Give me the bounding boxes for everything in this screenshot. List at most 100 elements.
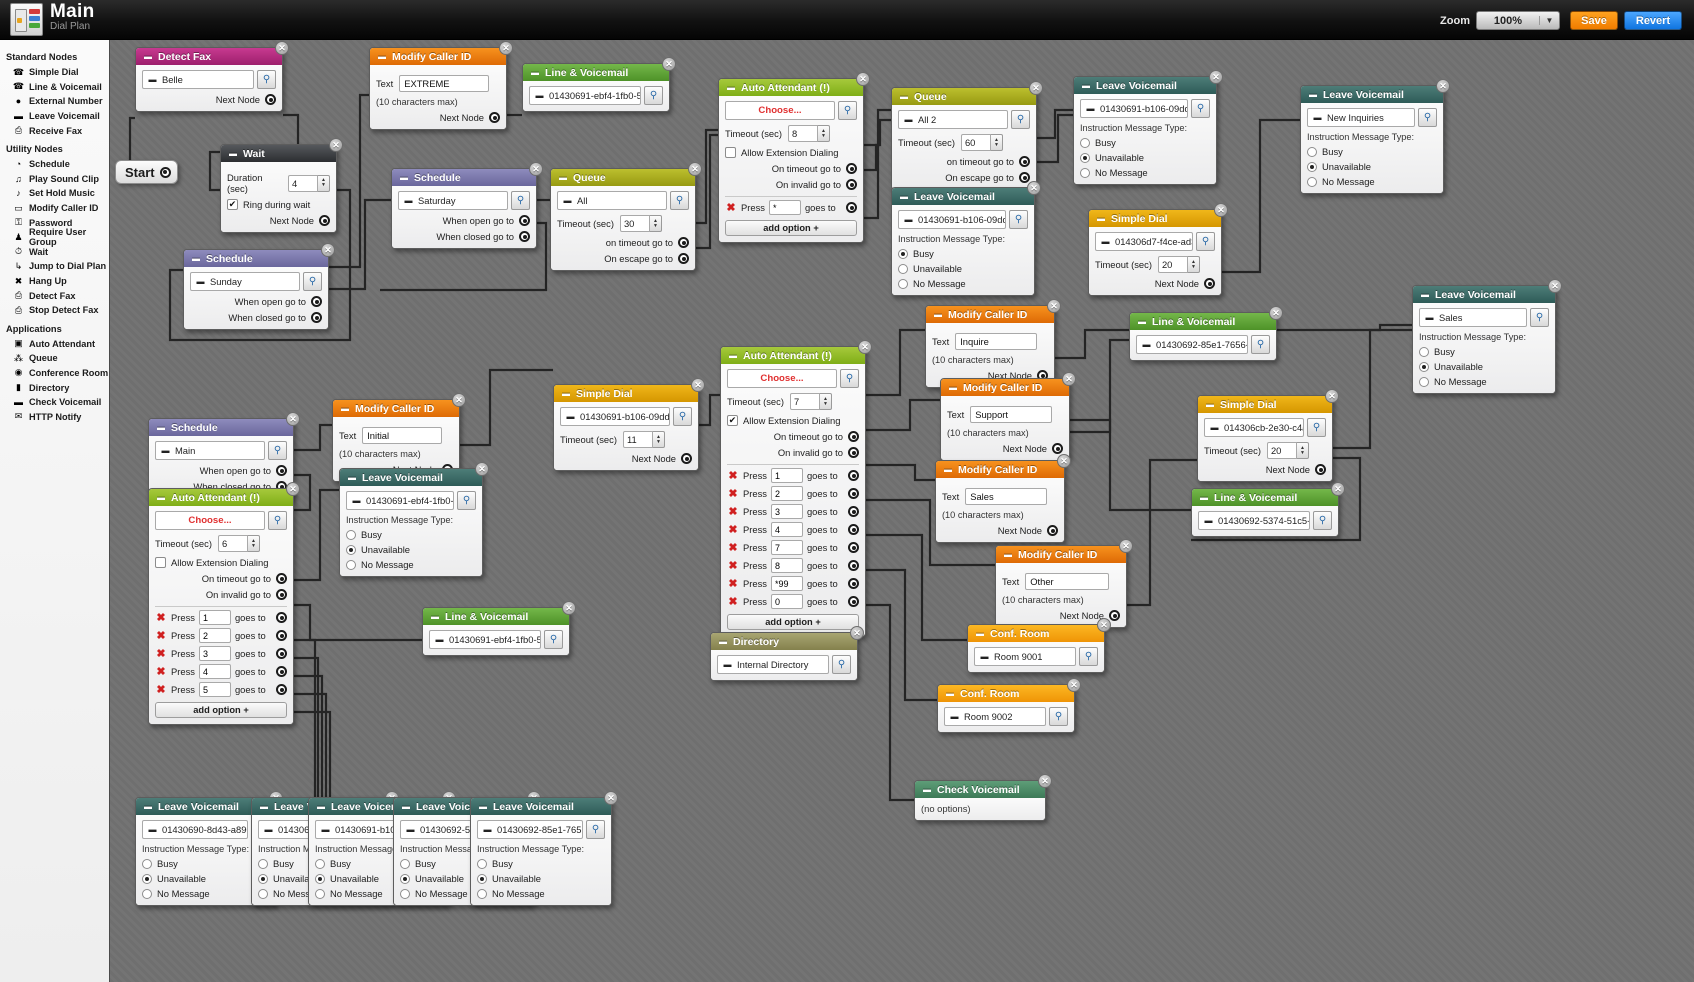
spinner-down-icon[interactable]: ▼	[653, 224, 658, 229]
close-icon[interactable]: ✕	[1029, 81, 1043, 95]
duration-stepper[interactable]: 4▲▼	[288, 175, 330, 192]
close-icon[interactable]: ✕	[1057, 454, 1071, 468]
value-field[interactable]: ▬Saturday	[398, 191, 508, 210]
port-when-open[interactable]	[519, 215, 530, 226]
option-row[interactable]: ✖Press4goes to	[727, 522, 859, 537]
close-icon[interactable]: ✕	[529, 162, 543, 176]
delete-option-icon[interactable]: ✖	[727, 506, 739, 518]
node-header[interactable]: ▬Simple Dial	[1198, 396, 1332, 413]
option-key-input[interactable]: *99	[771, 576, 803, 591]
value-field[interactable]: Choose...	[727, 369, 837, 388]
port-on-timeout[interactable]	[276, 573, 287, 584]
close-icon[interactable]: ✕	[1027, 181, 1041, 195]
timeout-stepper[interactable]: 30▲▼	[620, 215, 662, 232]
search-icon[interactable]: ⚲	[1251, 335, 1270, 354]
value-field[interactable]: ▬01430691-ebf4-1fb0-5961-	[529, 86, 641, 105]
close-icon[interactable]: ✕	[1038, 774, 1052, 788]
checkbox-allow-extension-dialing[interactable]: Allow Extension Dialing	[155, 557, 287, 568]
search-icon[interactable]: ⚲	[1049, 707, 1068, 726]
delete-option-icon[interactable]: ✖	[155, 684, 167, 696]
search-icon[interactable]: ⚲	[1307, 418, 1326, 437]
spinner-down-icon[interactable]: ▼	[321, 183, 326, 188]
delete-option-icon[interactable]: ✖	[155, 612, 167, 624]
radio-no-message[interactable]: No Message	[346, 559, 476, 570]
node-header[interactable]: ▬Modify Caller ID	[996, 546, 1126, 563]
port-next-node[interactable]	[1315, 464, 1326, 475]
node-lvm_b106_2[interactable]: ▬Leave Voicemail✕▬01430691-b106-09dd-596…	[891, 187, 1035, 296]
value-field[interactable]: ▬014306d7-f4ce-ad31-5961	[1095, 232, 1193, 251]
search-icon[interactable]: ⚲	[673, 407, 692, 426]
timeout-stepper[interactable]: 20▲▼	[1158, 256, 1200, 273]
port-on-timeout[interactable]	[846, 163, 857, 174]
caller-id-text-input[interactable]: EXTREME	[399, 75, 489, 92]
option-key-input[interactable]: 1	[771, 468, 803, 483]
port-next-node[interactable]	[1204, 278, 1215, 289]
node-header[interactable]: ▬Modify Caller ID	[333, 400, 459, 417]
sidebar-item-simple-dial[interactable]: ☎Simple Dial	[6, 65, 109, 80]
sidebar-item-detect-fax[interactable]: ⎙Detect Fax	[6, 288, 109, 303]
sidebar-item-modify-caller-id[interactable]: ▭Modify Caller ID	[6, 201, 109, 216]
port-option-8[interactable]	[848, 560, 859, 571]
node-header[interactable]: ▬Line & Voicemail	[523, 64, 669, 81]
sidebar-item-http-notify[interactable]: ✉HTTP Notify	[6, 409, 109, 424]
node-header[interactable]: ▬Auto Attendant (!)	[719, 79, 863, 96]
search-icon[interactable]: ⚲	[1530, 308, 1549, 327]
node-schedule_sun[interactable]: ▬Schedule✕▬Sunday⚲When open go toWhen cl…	[183, 249, 329, 330]
node-conf_9002[interactable]: ▬Conf. Room✕▬Room 9002⚲	[937, 684, 1075, 733]
value-field[interactable]: ▬01430690-8d43-a890-5961	[142, 820, 248, 839]
port-option-*99[interactable]	[848, 578, 859, 589]
delete-option-icon[interactable]: ✖	[725, 202, 737, 214]
search-icon[interactable]: ⚲	[268, 511, 287, 530]
option-row[interactable]: ✖Press1goes to	[155, 610, 287, 625]
checkbox-ring-during-wait[interactable]: ✔Ring during wait	[227, 199, 330, 210]
timeout-stepper[interactable]: 8▲▼	[788, 125, 830, 142]
node-header[interactable]: ▬Leave Voicemail	[340, 469, 482, 486]
spinner-arrows[interactable]: ▲▼	[248, 535, 260, 552]
search-icon[interactable]: ⚲	[1313, 511, 1332, 530]
spinner-arrows[interactable]: ▲▼	[818, 125, 830, 142]
node-header[interactable]: ▬Modify Caller ID	[370, 48, 506, 65]
checkbox-icon[interactable]: ✔	[227, 199, 238, 210]
search-icon[interactable]: ⚲	[268, 441, 287, 460]
node-header[interactable]: ▬Simple Dial	[1089, 210, 1221, 227]
node-mod_caller_sales[interactable]: ▬Modify Caller ID✕TextSales(10 character…	[935, 460, 1065, 543]
delete-option-icon[interactable]: ✖	[155, 666, 167, 678]
spinner-down-icon[interactable]: ▼	[994, 143, 999, 148]
timeout-stepper[interactable]: 6▲▼	[218, 535, 260, 552]
option-row[interactable]: ✖Press0goes to	[727, 594, 859, 609]
radio-unavailable[interactable]: Unavailable	[1307, 161, 1437, 172]
node-header[interactable]: ▬Schedule	[392, 169, 536, 186]
timeout-stepper[interactable]: 11▲▼	[623, 431, 665, 448]
sidebar-item-check-voicemail[interactable]: ▬Check Voicemail	[6, 395, 109, 410]
node-aa_left[interactable]: ▬Auto Attendant (!)✕Choose...⚲Timeout (s…	[148, 488, 294, 725]
node-schedule_main[interactable]: ▬Schedule✕▬Main⚲When open go toWhen clos…	[148, 418, 294, 499]
spinner-value[interactable]: 20	[1158, 256, 1188, 273]
value-field[interactable]: ▬All	[557, 191, 667, 210]
spinner-down-icon[interactable]: ▼	[1191, 265, 1196, 270]
node-directory[interactable]: ▬Directory✕▬Internal Directory⚲	[710, 632, 858, 681]
option-row[interactable]: ✖Press*goes to	[725, 200, 857, 215]
search-icon[interactable]: ⚲	[1196, 232, 1215, 251]
port-next-node[interactable]	[1109, 610, 1120, 621]
port-option-3[interactable]	[848, 506, 859, 517]
sidebar-item-receive-fax[interactable]: ⎙Receive Fax	[6, 123, 109, 138]
option-key-input[interactable]: 4	[771, 522, 803, 537]
search-icon[interactable]: ⚲	[838, 101, 857, 120]
spinner-down-icon[interactable]: ▼	[251, 544, 256, 549]
value-field[interactable]: ▬Sunday	[190, 272, 300, 291]
value-field[interactable]: ▬All 2	[898, 110, 1008, 129]
value-field[interactable]: ▬Main	[155, 441, 265, 460]
close-icon[interactable]: ✕	[1214, 203, 1228, 217]
search-icon[interactable]: ⚲	[644, 86, 663, 105]
node-schedule_sat[interactable]: ▬Schedule✕▬Saturday⚲When open go toWhen …	[391, 168, 537, 249]
close-icon[interactable]: ✕	[286, 412, 300, 426]
port-on-invalid[interactable]	[846, 179, 857, 190]
value-field[interactable]: ▬01430692-85e1-7656-5961	[1136, 335, 1248, 354]
spinner-value[interactable]: 11	[623, 431, 653, 448]
port-next-node[interactable]	[1052, 443, 1063, 454]
option-row[interactable]: ✖Press2goes to	[727, 486, 859, 501]
radio-busy[interactable]: Busy	[477, 858, 605, 869]
option-key-input[interactable]: 1	[199, 610, 231, 625]
spinner-arrows[interactable]: ▲▼	[1297, 442, 1309, 459]
close-icon[interactable]: ✕	[286, 482, 300, 496]
